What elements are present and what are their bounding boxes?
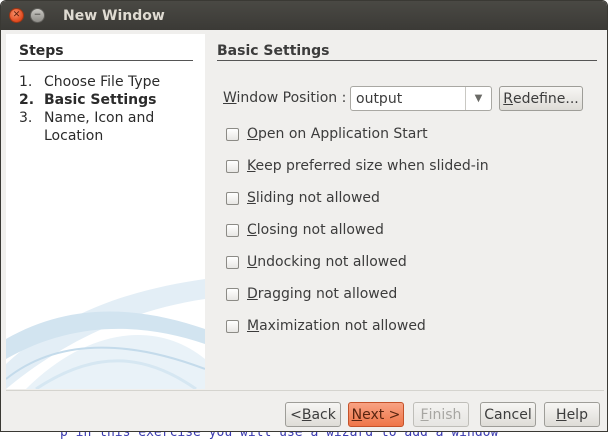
finish-button[interactable]: Finish (413, 402, 469, 427)
window-title: New Window (63, 7, 165, 24)
decorative-swoosh-art (6, 279, 205, 389)
mnemonic: W (223, 90, 237, 106)
back-button[interactable]: < Back (285, 402, 341, 427)
label-rest: pen on Application Start (258, 126, 428, 142)
cancel-button[interactable]: Cancel (480, 402, 536, 427)
checkbox-label: Sliding not allowed (247, 190, 380, 206)
checkbox-icon[interactable] (226, 319, 239, 333)
checkbox-icon[interactable] (226, 127, 239, 141)
next-button[interactable]: Next > (348, 402, 404, 427)
steps-title: Steps (19, 43, 64, 59)
label-rest: inish (428, 406, 462, 423)
checkbox-label: Undocking not allowed (247, 254, 407, 270)
checkbox-icon[interactable] (226, 159, 239, 173)
steps-panel: Steps 1. Choose File Type 2. Basic Setti… (6, 34, 205, 389)
step-label: Choose File Type (44, 74, 161, 90)
step-label: Basic Settings (44, 92, 157, 108)
mnemonic: S (247, 190, 256, 206)
label-rest: ragging not allowed (257, 286, 398, 302)
checkbox-label: Dragging not allowed (247, 286, 397, 302)
mnemonic: D (247, 286, 258, 302)
checkbox-label: Maximization not allowed (247, 318, 426, 334)
steps-list: 1. Choose File Type 2. Basic Settings 3.… (19, 73, 199, 145)
checkbox-icon[interactable] (226, 191, 239, 205)
label-rest: liding not allowed (255, 190, 380, 206)
step-name-icon-location: 3. Name, Icon and Location (19, 109, 199, 145)
close-icon[interactable]: ✕ (9, 8, 24, 23)
footer-divider (6, 390, 604, 391)
mnemonic: R (503, 90, 513, 107)
mnemonic: C (247, 222, 257, 238)
title-divider (217, 60, 597, 61)
mnemonic: O (247, 126, 259, 142)
step-choose-file-type: 1. Choose File Type (19, 73, 199, 91)
checkbox-sliding-not-allowed[interactable]: Sliding not allowed (226, 190, 380, 206)
mnemonic: M (247, 318, 260, 334)
title-bar: ✕ − New Window (1, 1, 607, 30)
mnemonic: U (247, 254, 258, 270)
label-rest: ndocking not allowed (257, 254, 407, 270)
help-button[interactable]: Help (544, 402, 600, 427)
checkbox-icon[interactable] (226, 287, 239, 301)
mnemonic: F (420, 406, 429, 423)
label-rest: indow Position : (236, 90, 347, 106)
checkbox-open-on-start[interactable]: Open on Application Start (226, 126, 428, 142)
checkbox-maximization-not-allowed[interactable]: Maximization not allowed (226, 318, 426, 334)
minimize-icon[interactable]: − (30, 8, 45, 23)
step-number: 3. (19, 110, 33, 126)
checkbox-dragging-not-allowed[interactable]: Dragging not allowed (226, 286, 397, 302)
checkbox-label: Closing not allowed (247, 222, 384, 238)
mnemonic: N (351, 406, 363, 423)
checkbox-label: Open on Application Start (247, 126, 428, 142)
checkbox-icon[interactable] (226, 223, 239, 237)
new-window-dialog: ✕ − New Window Steps 1. Choose File Type… (0, 0, 608, 432)
checkbox-label: Keep preferred size when slided-in (247, 158, 489, 174)
step-label: Name, Icon and Location (44, 110, 155, 144)
label-rest: aximization not allowed (259, 318, 426, 334)
label-rest: ext > (362, 406, 401, 423)
mnemonic: H (556, 406, 567, 423)
steps-divider (19, 60, 193, 61)
page-title: Basic Settings (217, 43, 330, 59)
label-rest: losing not allowed (256, 222, 384, 238)
label-pre: < (290, 406, 302, 423)
step-number: 2. (19, 92, 35, 108)
label-rest: ack (311, 406, 336, 423)
dropdown-arrow-icon[interactable]: ▼ (465, 87, 491, 110)
step-basic-settings: 2. Basic Settings (19, 91, 199, 109)
window-position-label: Window Position : (223, 90, 346, 106)
window-position-select[interactable]: output ▼ (350, 86, 492, 111)
checkbox-closing-not-allowed[interactable]: Closing not allowed (226, 222, 384, 238)
step-number: 1. (19, 74, 33, 90)
checkbox-keep-preferred-size[interactable]: Keep preferred size when slided-in (226, 158, 489, 174)
label-rest: edefine... (512, 90, 579, 107)
label-rest: eep preferred size when slided-in (255, 158, 489, 174)
window-position-value: output (356, 90, 403, 107)
mnemonic: B (301, 406, 312, 423)
redefine-button[interactable]: Redefine... (499, 86, 583, 111)
label-rest: elp (566, 406, 588, 423)
checkbox-icon[interactable] (226, 255, 239, 269)
checkbox-undocking-not-allowed[interactable]: Undocking not allowed (226, 254, 407, 270)
